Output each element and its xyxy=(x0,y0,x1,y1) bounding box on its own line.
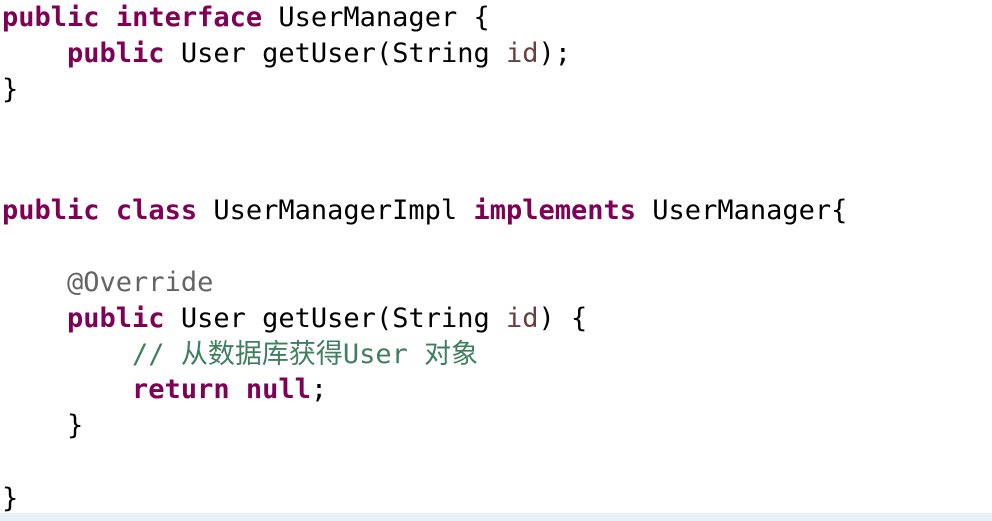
code-line-method-close: } xyxy=(2,409,83,443)
keyword-public: public xyxy=(67,303,165,334)
editor-bottom-strip xyxy=(0,513,992,521)
keyword-public: public xyxy=(67,38,165,69)
keyword-public: public xyxy=(2,2,100,33)
code-comment: // 从数据库获得User 对象 xyxy=(132,339,479,370)
param-name: id xyxy=(506,38,539,69)
open-paren: ( xyxy=(375,303,393,334)
interface-name: UserManager xyxy=(278,2,458,33)
code-line-method-impl: public User getUser(String id) { xyxy=(2,302,587,336)
param-type: String xyxy=(392,303,490,334)
keyword-implements: implements xyxy=(473,195,637,226)
open-paren: ( xyxy=(375,38,393,69)
close-paren-brace: ) { xyxy=(538,303,588,334)
method-name: getUser xyxy=(262,303,376,334)
override-annotation: @Override xyxy=(67,267,214,298)
code-editor[interactable]: public interface UserManager { public Us… xyxy=(0,0,992,516)
code-line-class-declaration: public class UserManagerImpl implements … xyxy=(2,194,847,228)
close-brace: } xyxy=(2,483,19,514)
keyword-class: class xyxy=(115,195,198,226)
class-name: UserManagerImpl xyxy=(213,195,458,226)
keyword-interface: interface xyxy=(115,2,263,33)
code-line-class-close: } xyxy=(2,482,18,516)
open-brace: { xyxy=(473,2,490,33)
close-paren-semicolon: ); xyxy=(538,38,572,69)
code-line-comment: // 从数据库获得User 对象 xyxy=(2,338,478,372)
code-line-interface-method: public User getUser(String id); xyxy=(2,37,571,71)
close-brace: } xyxy=(2,74,19,105)
semicolon: ; xyxy=(310,374,328,405)
code-line-interface-declaration: public interface UserManager { xyxy=(2,1,490,35)
keyword-null: null xyxy=(245,374,311,405)
method-name: getUser xyxy=(262,38,376,69)
code-line-annotation: @Override xyxy=(2,266,213,300)
keyword-return: return xyxy=(132,374,230,405)
param-name: id xyxy=(506,303,539,334)
code-line-return: return null; xyxy=(2,373,327,407)
close-brace: } xyxy=(67,410,84,441)
return-type: User xyxy=(180,38,246,69)
param-type: String xyxy=(392,38,490,69)
implemented-interface: UserManager{ xyxy=(652,195,848,226)
return-type: User xyxy=(180,303,246,334)
code-line-interface-close: } xyxy=(2,73,18,107)
keyword-public: public xyxy=(2,195,100,226)
